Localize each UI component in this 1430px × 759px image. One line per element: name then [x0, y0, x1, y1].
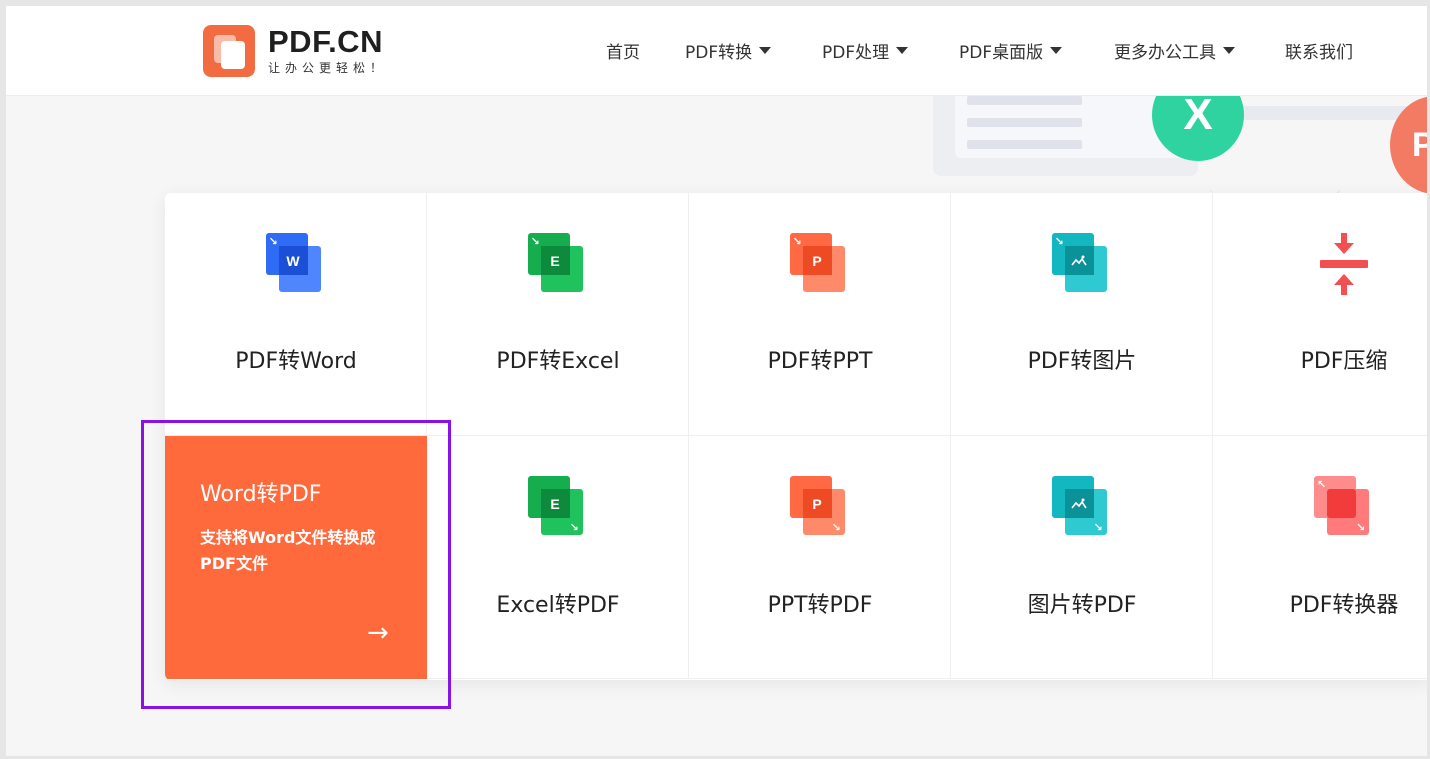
tool-label: Excel转PDF — [496, 593, 620, 618]
chevron-down-icon — [896, 47, 909, 54]
excel-icon: E ↘ — [527, 476, 588, 538]
converter-icon: ↖ ↘ — [1314, 476, 1374, 538]
chevron-down-icon — [759, 47, 772, 54]
logo-subtitle: 让办公更轻松！ — [268, 61, 388, 75]
nav-home[interactable]: 首页 — [606, 38, 640, 63]
tool-pdf-to-excel[interactable]: E ↘ PDF转Excel — [427, 193, 689, 436]
tool-pdf-compress[interactable]: PDF压缩 — [1213, 193, 1430, 436]
arrow-right-icon[interactable]: → — [367, 618, 389, 648]
hero-illustration: X P — [930, 69, 1430, 206]
tool-word-to-pdf[interactable]: Word转PDF 支持将Word文件转换成PDF文件 → — [165, 436, 427, 679]
tool-label: PDF转Word — [235, 349, 357, 374]
nav-more-tools[interactable]: 更多办公工具 — [1114, 38, 1235, 63]
tool-excel-to-pdf[interactable]: E ↘ Excel转PDF — [427, 436, 689, 679]
tool-label: PDF转Excel — [496, 349, 620, 374]
nav-pdf-desktop[interactable]: PDF桌面版 — [959, 38, 1063, 63]
chevron-down-icon — [1223, 47, 1235, 54]
tool-description: 支持将Word文件转换成PDF文件 — [200, 528, 376, 573]
ppt-icon: P ↘ — [789, 476, 850, 538]
image-icon: ↘ — [1051, 233, 1112, 295]
logo-icon — [203, 25, 255, 77]
tool-label: PDF转图片 — [1027, 349, 1137, 374]
tool-pdf-converter[interactable]: ↖ ↘ PDF转换器 — [1213, 436, 1430, 679]
ppt-icon: P ↘ — [789, 233, 850, 295]
chevron-down-icon — [1050, 47, 1063, 54]
image-icon: ↘ — [1051, 476, 1112, 538]
logo-title: PDF.CN — [268, 24, 383, 59]
tool-ppt-to-pdf[interactable]: P ↘ PPT转PDF — [689, 436, 951, 679]
site-logo[interactable]: PDF.CN 让办公更轻松！ — [203, 25, 387, 77]
tool-label: PDF转PPT — [767, 349, 873, 374]
tool-pdf-to-ppt[interactable]: P ↘ PDF转PPT — [689, 193, 951, 436]
tool-title: Word转PDF — [200, 482, 322, 507]
tool-label: PDF转换器 — [1289, 593, 1399, 618]
tools-grid: W ↘ PDF转Word E ↘ PDF转Excel P ↘ PDF转PPT ↘… — [165, 193, 1430, 680]
nav-contact[interactable]: 联系我们 — [1285, 38, 1353, 63]
tool-pdf-to-word[interactable]: W ↘ PDF转Word — [165, 193, 427, 436]
word-icon: W ↘ — [265, 233, 326, 295]
tool-label: PPT转PDF — [767, 593, 873, 618]
nav-pdf-convert[interactable]: PDF转换 — [685, 38, 772, 63]
tool-label: 图片转PDF — [1027, 593, 1137, 618]
tool-label: PDF压缩 — [1300, 349, 1388, 374]
compress-icon — [1314, 233, 1374, 295]
excel-icon: E ↘ — [527, 233, 588, 295]
nav-pdf-process[interactable]: PDF处理 — [822, 38, 909, 63]
tool-pdf-to-image[interactable]: ↘ PDF转图片 — [951, 193, 1213, 436]
tool-image-to-pdf[interactable]: ↘ 图片转PDF — [951, 436, 1213, 679]
site-header: PDF.CN 让办公更轻松！ 首页 PDF转换 PDF处理 PDF桌面版 更多办… — [0, 0, 1430, 96]
